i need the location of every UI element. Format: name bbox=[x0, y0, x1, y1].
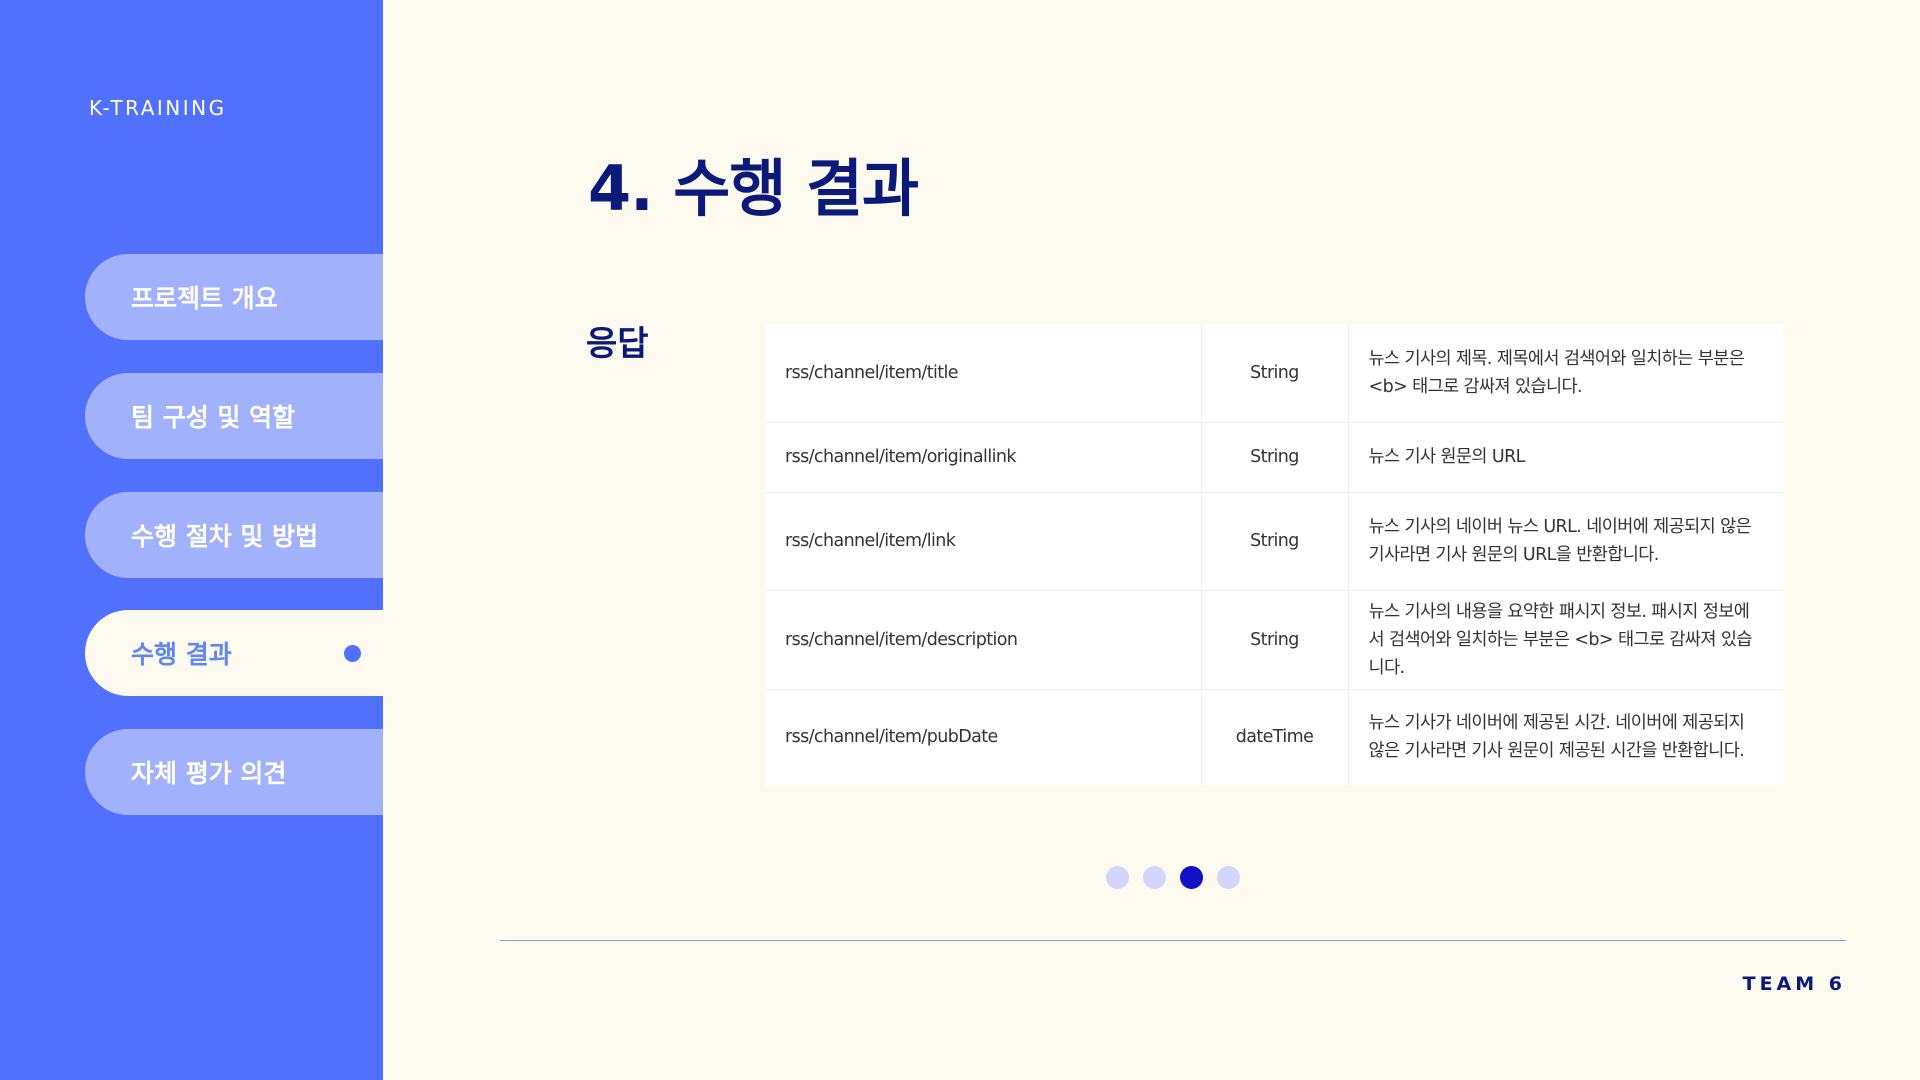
nav-item-label: 팀 구성 및 역할 bbox=[131, 403, 296, 432]
field-description-cell: 뉴스 기사의 제목. 제목에서 검색어와 일치하는 부분은 <b> 태그로 감싸… bbox=[1348, 324, 1784, 423]
pagination-dots bbox=[1106, 866, 1240, 889]
footer-divider bbox=[500, 940, 1846, 941]
field-path-cell: rss/channel/item/description bbox=[765, 590, 1202, 690]
nav-item-label: 수행 절차 및 방법 bbox=[131, 522, 319, 551]
field-path-cell: rss/channel/item/link bbox=[765, 492, 1202, 591]
field-type-cell: String bbox=[1201, 422, 1349, 493]
table-row: rss/channel/item/title String 뉴스 기사의 제목.… bbox=[765, 324, 1784, 423]
nav-item-label: 수행 결과 bbox=[131, 640, 232, 669]
nav-item-label: 자체 평가 의견 bbox=[131, 759, 287, 788]
nav-item-results[interactable]: 수행 결과 bbox=[85, 610, 383, 696]
table-row: rss/channel/item/description String 뉴스 기… bbox=[765, 590, 1784, 690]
brand-logo: K-TRAINING bbox=[89, 96, 227, 120]
field-type-cell: String bbox=[1201, 590, 1349, 690]
nav-item-team-roles[interactable]: 팀 구성 및 역할 bbox=[85, 373, 383, 459]
field-path-cell: rss/channel/item/originallink bbox=[765, 422, 1202, 493]
field-description-cell: 뉴스 기사의 내용을 요약한 패시지 정보. 패시지 정보에서 검색어와 일치하… bbox=[1348, 590, 1784, 690]
team-label: TEAM 6 bbox=[1742, 973, 1846, 995]
field-description-cell: 뉴스 기사 원문의 URL bbox=[1348, 422, 1784, 493]
pagination-dot-4[interactable] bbox=[1217, 866, 1240, 889]
field-description-cell: 뉴스 기사가 네이버에 제공된 시간. 네이버에 제공되지 않은 기사라면 기사… bbox=[1368, 713, 1745, 762]
section-heading: 응답 bbox=[586, 324, 649, 364]
pagination-dot-1[interactable] bbox=[1106, 866, 1129, 889]
response-table: rss/channel/item/title String 뉴스 기사의 제목.… bbox=[765, 324, 1784, 785]
pagination-dot-2[interactable] bbox=[1143, 866, 1166, 889]
active-indicator-dot bbox=[344, 645, 361, 662]
table-row: rss/channel/item/link String 뉴스 기사의 네이버 … bbox=[765, 492, 1784, 591]
nav-item-label: 프로젝트 개요 bbox=[131, 284, 278, 313]
table-row: rss/channel/item/originallink String 뉴스 … bbox=[765, 422, 1784, 493]
field-type-cell: dateTime bbox=[1201, 689, 1349, 785]
sidebar: K-TRAINING 프로젝트 개요 팀 구성 및 역할 수행 절차 및 방법 … bbox=[0, 0, 383, 1080]
field-path-cell: rss/channel/item/pubDate bbox=[765, 689, 1202, 785]
field-description-cell: 뉴스 기사의 네이버 뉴스 URL. 네이버에 제공되지 않은 기사라면 기사 … bbox=[1348, 492, 1784, 591]
nav-item-procedure[interactable]: 수행 절차 및 방법 bbox=[85, 492, 383, 578]
pagination-dot-3[interactable] bbox=[1180, 866, 1203, 889]
slide: K-TRAINING 프로젝트 개요 팀 구성 및 역할 수행 절차 및 방법 … bbox=[0, 0, 1920, 1080]
page-title: 4. 수행 결과 bbox=[588, 152, 919, 225]
field-type-cell: String bbox=[1201, 492, 1349, 591]
table-row: rss/channel/item/pubDate dateTime 뉴스 기사가… bbox=[765, 689, 1784, 785]
nav-item-self-evaluation[interactable]: 자체 평가 의견 bbox=[85, 729, 383, 815]
field-path-cell: rss/channel/item/title bbox=[765, 324, 1202, 423]
field-type-cell: String bbox=[1201, 324, 1349, 423]
nav-item-project-overview[interactable]: 프로젝트 개요 bbox=[85, 254, 383, 340]
